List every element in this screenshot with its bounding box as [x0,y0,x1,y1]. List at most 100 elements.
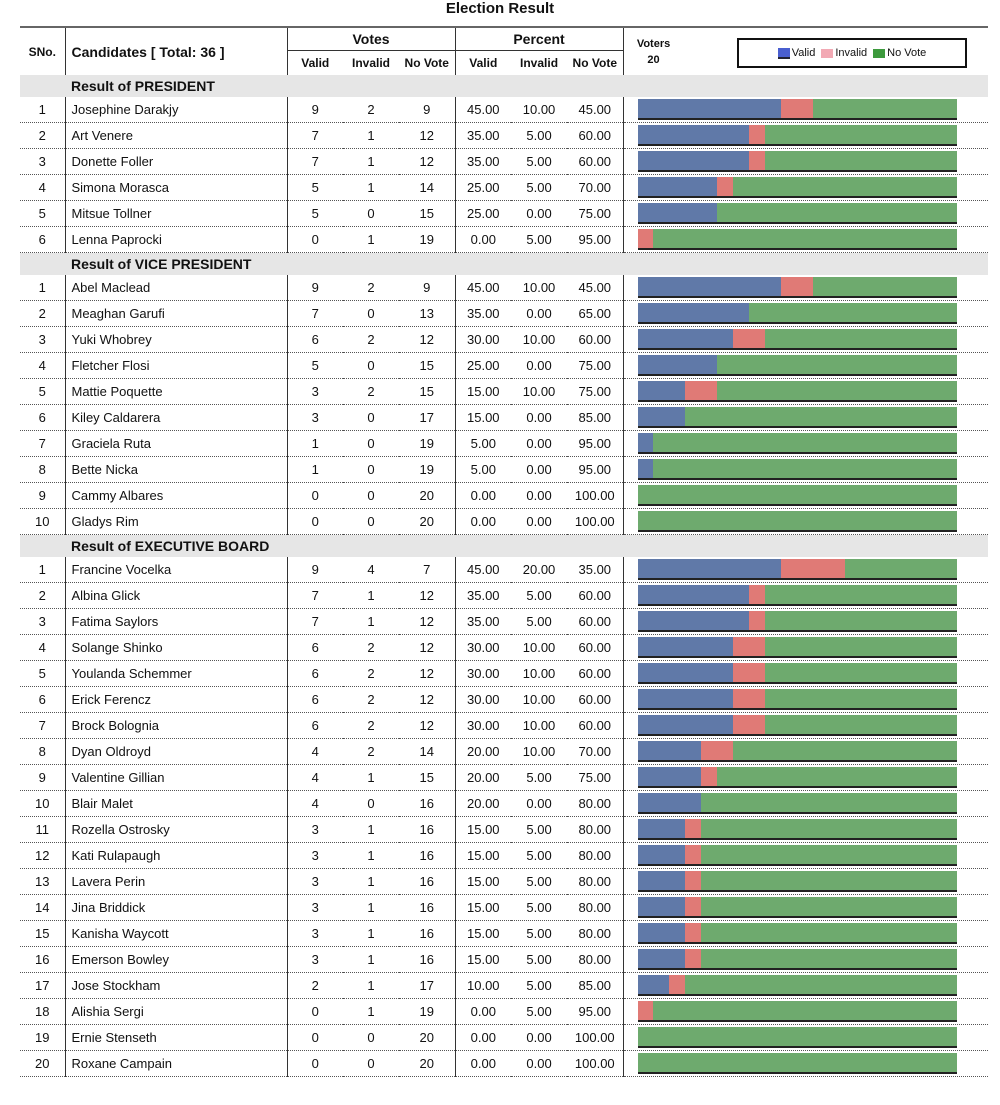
chart-legend: Valid Invalid No Vote [737,38,967,68]
votes-novote: 9 [399,97,456,123]
bar-cell [622,97,989,123]
vote-bar [637,329,957,350]
sno: 1 [20,557,65,583]
bar-segment-novote [701,871,957,890]
votes-invalid: 0 [343,456,399,483]
pct-invalid: 5.00 [511,894,568,921]
pct-valid: 15.00 [454,404,512,431]
pct-valid: 15.00 [454,868,512,895]
votes-invalid: 4 [343,557,399,583]
bar-segment-invalid [685,897,702,916]
bar-segment-valid [637,715,734,734]
pct-valid: 15.00 [454,816,512,843]
bar-cell [622,300,989,327]
col-votes-invalid: Invalid [343,50,399,75]
section-header: Result of VICE PRESIDENT [20,252,989,275]
candidate-row: 19 Ernie Stenseth 0 0 20 0.00 0.00 100.00 [20,1024,989,1051]
sno: 7 [20,712,65,739]
pct-novote: 75.00 [567,352,624,379]
votes-invalid: 0 [343,404,399,431]
vote-bar [637,949,957,970]
bar-segment-invalid [733,637,766,656]
candidate-name: Roxane Campain [64,1050,287,1077]
bar-segment-valid [637,949,686,968]
vote-bar [637,767,957,788]
pct-invalid: 5.00 [511,946,568,973]
candidate-name: Brock Bolognia [64,712,287,739]
bar-segment-invalid [733,663,766,682]
bar-segment-novote [637,511,957,530]
bar-segment-invalid [781,559,845,578]
bar-segment-invalid [685,845,702,864]
votes-novote: 20 [399,508,456,535]
pct-novote: 65.00 [567,300,624,327]
candidate-row: 2 Art Venere 7 1 12 35.00 5.00 60.00 [20,122,989,149]
bar-cell [622,842,989,869]
votes-invalid: 2 [343,275,399,301]
votes-valid: 4 [286,764,343,791]
bar-segment-novote [765,329,957,348]
votes-invalid: 1 [343,148,399,175]
sno: 9 [20,482,65,509]
pct-valid: 20.00 [454,738,512,765]
sno: 20 [20,1050,65,1077]
col-candidates: Candidates [ Total: 36 ] [64,26,287,75]
candidate-row: 5 Mitsue Tollner 5 0 15 25.00 0.00 75.00 [20,200,989,227]
pct-valid: 30.00 [454,712,512,739]
vote-bar [637,151,957,172]
votes-novote: 19 [399,226,456,253]
votes-novote: 12 [399,634,456,661]
votes-novote: 15 [399,200,456,227]
pct-novote: 80.00 [567,868,624,895]
candidate-row: 7 Graciela Ruta 1 0 19 5.00 0.00 95.00 [20,430,989,457]
pct-novote: 80.00 [567,920,624,947]
pct-valid: 25.00 [454,200,512,227]
pct-novote: 70.00 [567,738,624,765]
votes-invalid: 1 [343,972,399,999]
votes-valid: 7 [286,582,343,609]
bar-segment-invalid [749,585,766,604]
bar-segment-valid [637,793,702,812]
bar-segment-valid [637,819,686,838]
votes-novote: 20 [399,1050,456,1077]
bar-segment-valid [637,203,718,222]
bar-segment-novote [749,303,957,322]
pct-invalid: 0.00 [511,200,568,227]
bar-segment-invalid [733,715,766,734]
candidate-row: 9 Valentine Gillian 4 1 15 20.00 5.00 75.00 [20,764,989,791]
pct-valid: 0.00 [454,508,512,535]
bar-segment-novote [844,559,957,578]
bar-cell [622,946,989,973]
bar-cell [622,1050,989,1077]
pct-invalid: 0.00 [511,300,568,327]
vote-bar [637,741,957,762]
votes-valid: 7 [286,608,343,635]
votes-invalid: 2 [343,378,399,405]
candidate-row: 2 Meaghan Garufi 7 0 13 35.00 0.00 65.00 [20,300,989,327]
sno: 4 [20,634,65,661]
bar-segment-invalid [749,151,766,170]
bar-cell [622,275,989,301]
col-pct-novote: No Vote [567,50,624,75]
pct-valid: 0.00 [454,226,512,253]
pct-valid: 15.00 [454,946,512,973]
votes-novote: 20 [399,1024,456,1051]
legend-valid: Valid [777,47,815,59]
pct-novote: 80.00 [567,946,624,973]
votes-valid: 7 [286,300,343,327]
voters-value: 20 [647,54,660,66]
bar-cell [622,352,989,379]
vote-bar [637,611,957,632]
pct-novote: 85.00 [567,972,624,999]
candidate-name: Fatima Saylors [64,608,287,635]
bar-segment-novote [701,845,957,864]
votes-invalid: 1 [343,608,399,635]
candidate-name: Emerson Bowley [64,946,287,973]
bar-segment-valid [637,975,670,994]
candidate-name: Dyan Oldroyd [64,738,287,765]
pct-invalid: 0.00 [511,456,568,483]
bar-segment-valid [637,277,782,296]
vote-bar [637,125,957,146]
sno: 10 [20,508,65,535]
votes-invalid: 0 [343,508,399,535]
